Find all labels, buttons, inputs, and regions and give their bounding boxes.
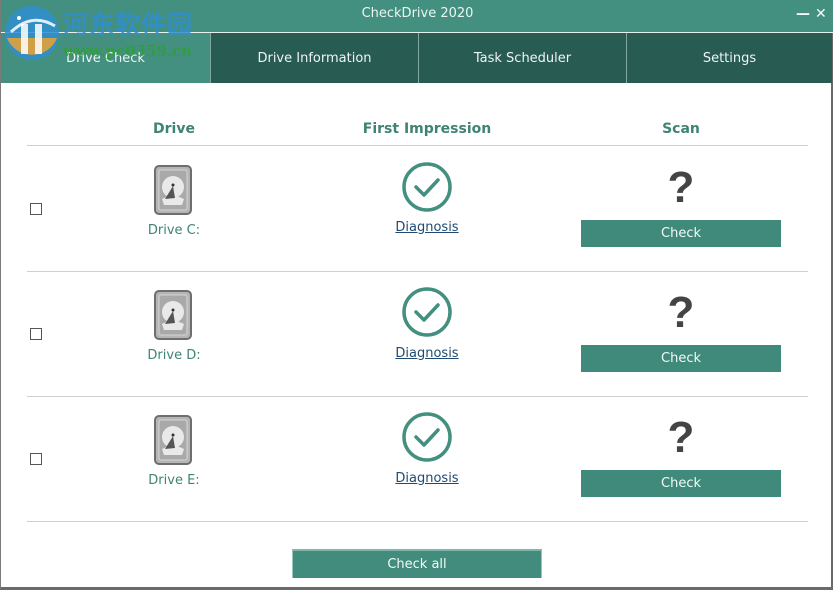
drive-label: Drive C: — [147, 223, 201, 238]
hard-drive-icon — [154, 415, 192, 465]
check-circle-icon — [402, 162, 452, 212]
drive-checkbox[interactable] — [30, 328, 42, 340]
watermark-url: www.pc0359.cn — [63, 42, 193, 60]
tab-task-scheduler[interactable]: Task Scheduler — [418, 33, 626, 83]
question-icon: ? — [667, 413, 695, 462]
close-icon: ✕ — [815, 6, 827, 22]
question-icon: ? — [667, 288, 695, 337]
check-all-button[interactable]: Check all — [292, 549, 542, 578]
column-header-drive: Drive — [153, 121, 195, 137]
drive-checkbox[interactable] — [30, 203, 42, 215]
hard-drive-icon — [154, 165, 192, 215]
check-button[interactable]: Check — [581, 345, 781, 372]
diagnosis-link[interactable]: Diagnosis — [367, 471, 487, 486]
close-button[interactable]: ✕ — [815, 4, 827, 24]
tab-settings[interactable]: Settings — [626, 33, 832, 83]
tab-label: Settings — [702, 50, 757, 66]
watermark-text: 河东软件园 — [63, 10, 194, 39]
check-button[interactable]: Check — [581, 470, 781, 497]
check-button[interactable]: Check — [581, 220, 781, 247]
check-circle-icon — [402, 412, 452, 462]
column-header-first-impression: First Impression — [362, 121, 492, 137]
drive-checkbox[interactable] — [30, 453, 42, 465]
app-window: CheckDrive 2020 — ✕ Drive Check Drive In… — [0, 0, 833, 590]
tab-label: Drive Information — [257, 50, 372, 66]
diagnosis-link[interactable]: Diagnosis — [367, 346, 487, 361]
tab-label: Task Scheduler — [473, 50, 572, 66]
minimize-button[interactable]: — — [796, 4, 810, 24]
tab-drive-information[interactable]: Drive Information — [210, 33, 418, 83]
watermark-logo-icon — [5, 6, 59, 60]
drive-label: Drive E: — [148, 473, 200, 488]
column-header-scan: Scan — [662, 121, 700, 137]
question-icon: ? — [667, 163, 695, 212]
hard-drive-icon — [154, 290, 192, 340]
table-row: Drive D: Diagnosis ? Check — [1, 271, 832, 396]
minimize-icon: — — [796, 6, 810, 22]
diagnosis-link[interactable]: Diagnosis — [367, 220, 487, 235]
row-divider — [27, 521, 808, 522]
drive-label: Drive D: — [147, 348, 201, 363]
drive-check-panel: Drive First Impression Scan Drive C: Dia… — [1, 83, 832, 587]
check-circle-icon — [402, 287, 452, 337]
table-row: Drive E: Diagnosis ? Check — [1, 396, 832, 521]
table-row: Drive C: Diagnosis ? Check — [1, 146, 832, 271]
